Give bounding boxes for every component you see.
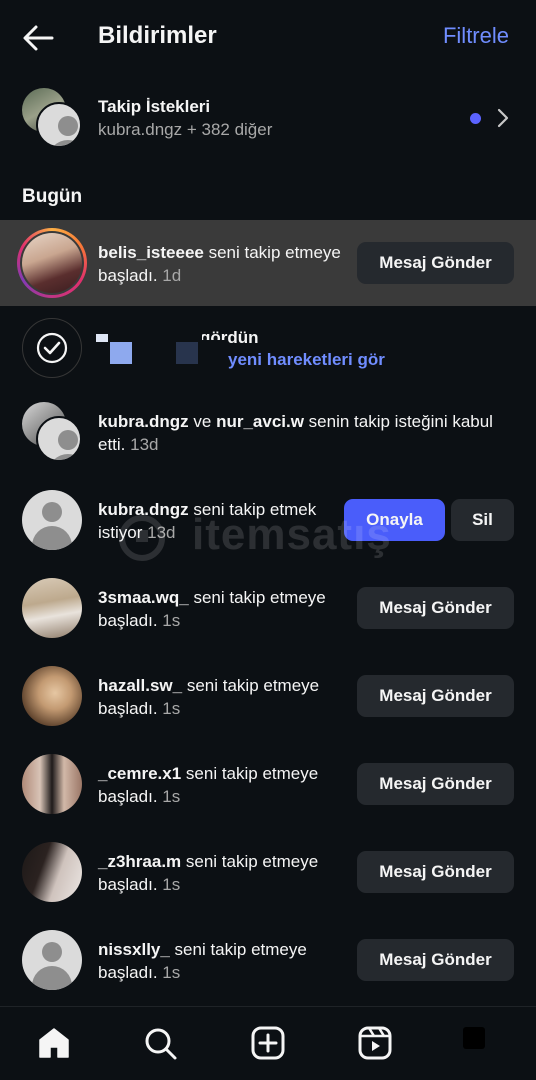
avatar-front — [36, 416, 82, 462]
username[interactable]: kubra.dngz — [98, 500, 189, 519]
notification-row[interactable]: _z3hraa.m seni takip etmeye başladı. 1s … — [0, 830, 536, 914]
search-icon[interactable] — [142, 1025, 178, 1061]
notification-text: _z3hraa.m seni takip etmeye başladı. 1s — [98, 852, 319, 894]
redaction-pixel — [176, 342, 198, 364]
story-ring[interactable] — [17, 228, 87, 298]
filter-button[interactable]: Filtrele — [443, 21, 509, 51]
avatar[interactable] — [22, 842, 82, 902]
notification-text: 3smaa.wq_ seni takip etmeye başladı. 1s — [98, 588, 326, 630]
username[interactable]: nur_avci.w — [216, 412, 304, 431]
follow-requests-row[interactable]: Takip İstekleri kubra.dngz + 382 diğer — [0, 84, 536, 154]
avatar[interactable] — [22, 490, 82, 550]
message-button[interactable]: Mesaj Gönder — [357, 242, 514, 284]
notification-text: belis_isteeee seni takip etmeye başladı.… — [98, 243, 341, 285]
notification-text: _cemre.x1 seni takip etmeye başladı. 1s — [98, 764, 319, 806]
notification-row[interactable]: kubra.dngz ve nur_avci.w senin takip ist… — [0, 396, 536, 480]
username[interactable]: hazall.sw_ — [98, 676, 182, 695]
profile-icon[interactable] — [463, 1027, 485, 1049]
notification-row[interactable]: _cemre.x1 seni takip etmeye başladı. 1s … — [0, 742, 536, 826]
check-circle-icon — [22, 318, 82, 378]
redaction-pixel — [202, 340, 228, 368]
username[interactable]: _cemre.x1 — [98, 764, 181, 783]
back-arrow-icon[interactable] — [20, 20, 56, 56]
reels-icon[interactable] — [357, 1025, 393, 1061]
username[interactable]: 3smaa.wq_ — [98, 588, 189, 607]
unread-dot — [470, 113, 481, 124]
notification-text: kubra.dngz seni takip etmek istiyor 13d — [98, 500, 317, 542]
redaction-pixel — [110, 342, 132, 364]
notification-text: hazall.sw_ seni takip etmeye başladı. 1s — [98, 676, 320, 718]
create-icon[interactable] — [250, 1025, 286, 1061]
avatar[interactable] — [22, 578, 82, 638]
username[interactable]: _z3hraa.m — [98, 852, 181, 871]
delete-button[interactable]: Sil — [451, 499, 514, 541]
notification-row[interactable]: nissxlly_ seni takip etmeye başladı. 1s … — [0, 918, 536, 1002]
bottom-navigation — [0, 1006, 536, 1080]
message-button[interactable]: Mesaj Gönder — [357, 675, 514, 717]
username[interactable]: kubra.dngz — [98, 412, 189, 431]
see-new-activity-link[interactable]: yeni hareketleri gör — [228, 349, 385, 371]
message-button[interactable]: Mesaj Gönder — [357, 939, 514, 981]
notification-row[interactable]: belis_isteeee seni takip etmeye başladı.… — [0, 220, 536, 306]
notification-row[interactable]: 3smaa.wq_ seni takip etmeye başladı. 1s … — [0, 566, 536, 650]
notification-text: nissxlly_ seni takip etmeye başladı. 1s — [98, 940, 307, 982]
notification-row[interactable]: kubra.dngz seni takip etmek istiyor 13d … — [0, 480, 536, 564]
home-icon[interactable] — [36, 1025, 72, 1061]
message-button[interactable]: Mesaj Gönder — [357, 763, 514, 805]
avatar[interactable] — [22, 754, 82, 814]
request-avatar-default — [36, 102, 82, 148]
message-button[interactable]: Mesaj Gönder — [357, 851, 514, 893]
header: Bildirimler Filtrele — [0, 0, 536, 74]
page-title: Bildirimler — [98, 22, 217, 49]
avatar — [22, 233, 82, 293]
chevron-right-icon — [497, 108, 509, 128]
follow-requests-title: Takip İstekleri — [98, 97, 211, 116]
avatar[interactable] — [22, 930, 82, 990]
avatar[interactable] — [22, 666, 82, 726]
username[interactable]: nissxlly_ — [98, 940, 170, 959]
redaction-pixel — [96, 334, 108, 342]
message-button[interactable]: Mesaj Gönder — [357, 587, 514, 629]
section-today: Bugün — [22, 186, 83, 207]
username[interactable]: belis_isteeee — [98, 243, 204, 262]
follow-requests-subtitle: kubra.dngz + 382 diğer — [98, 120, 273, 139]
approve-button[interactable]: Onayla — [344, 499, 445, 541]
notification-text: kubra.dngz ve nur_avci.w senin takip ist… — [98, 412, 493, 454]
notification-row[interactable]: hazall.sw_ seni takip etmeye başladı. 1s… — [0, 654, 536, 738]
